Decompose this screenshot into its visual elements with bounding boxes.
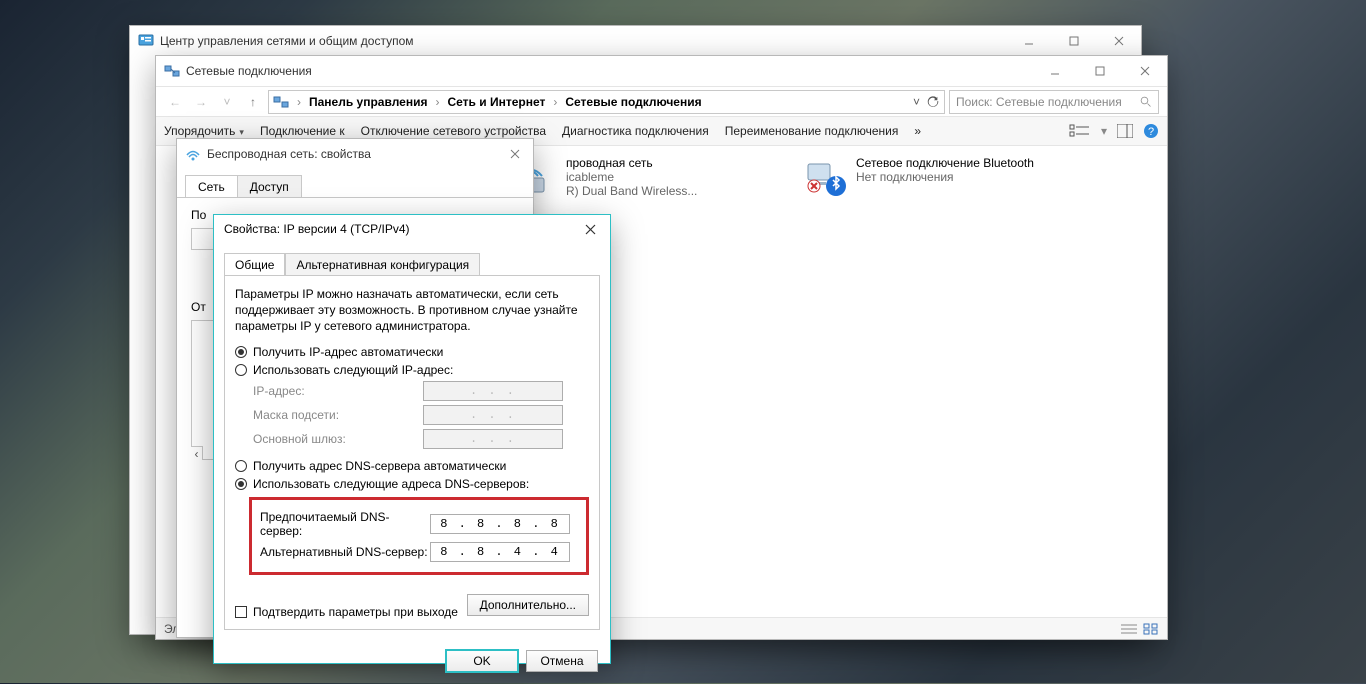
input-ip: . . . <box>423 381 563 401</box>
radio-ip-auto[interactable]: Получить IP-адрес автоматически <box>235 345 589 359</box>
radio-icon <box>235 364 247 376</box>
breadcrumb-1[interactable]: Сеть и Интернет <box>447 95 545 109</box>
breadcrumb-0[interactable]: Панель управления <box>309 95 427 109</box>
minimize-button[interactable] <box>1032 56 1077 86</box>
minimize-button[interactable] <box>1006 26 1051 56</box>
radio-dns-manual[interactable]: Использовать следующие адреса DNS-сервер… <box>235 477 589 491</box>
nav-up-icon[interactable]: ↑ <box>242 91 264 113</box>
wireless-icon <box>185 146 201 162</box>
toolbar-connect[interactable]: Подключение к <box>260 124 345 138</box>
maximize-button[interactable] <box>1051 26 1096 56</box>
connection-item-bluetooth[interactable]: Сетевое подключение Bluetooth Нет подклю… <box>806 156 1066 198</box>
label-mask: Маска подсети: <box>253 408 423 422</box>
input-mask: . . . <box>423 405 563 425</box>
view-large-icon[interactable] <box>1143 623 1159 635</box>
checkbox-validate-on-exit[interactable]: Подтвердить параметры при выходе <box>235 605 458 619</box>
input-dns-pref[interactable]: 8 . 8 . 8 . 8 <box>430 514 570 534</box>
advanced-button[interactable]: Дополнительно... <box>467 594 589 616</box>
bgwin-title: Центр управления сетями и общим доступом <box>160 34 414 48</box>
refresh-icon[interactable] <box>926 95 940 109</box>
search-input[interactable]: Поиск: Сетевые подключения <box>949 90 1159 114</box>
connection-line2: Нет подключения <box>856 170 1034 184</box>
search-icon <box>1140 96 1152 108</box>
close-button[interactable] <box>570 215 610 243</box>
search-placeholder: Поиск: Сетевые подключения <box>956 95 1140 109</box>
network-connections-icon <box>164 63 180 79</box>
preview-pane-icon[interactable] <box>1117 124 1133 138</box>
toolbar-disable[interactable]: Отключение сетевого устройства <box>361 124 546 138</box>
input-gateway: . . . <box>423 429 563 449</box>
radio-icon <box>235 478 247 490</box>
ok-button[interactable]: OK <box>446 650 518 672</box>
dns-highlight-frame: Предпочитаемый DNS-сервер:8 . 8 . 8 . 8 … <box>249 497 589 575</box>
cancel-button[interactable]: Отмена <box>526 650 598 672</box>
label-dns-pref: Предпочитаемый DNS-сервер: <box>260 510 430 538</box>
toolbar-more[interactable]: » <box>914 124 921 138</box>
nav-forward-icon[interactable]: → <box>190 91 212 113</box>
bluetooth-adapter-icon <box>806 156 848 198</box>
network-connections-icon <box>273 94 289 110</box>
view-options-icon[interactable] <box>1069 124 1091 138</box>
checkbox-icon <box>235 606 247 618</box>
radio-dns-auto[interactable]: Получить адрес DNS-сервера автоматически <box>235 459 589 473</box>
nav-recent-icon[interactable]: ˅ <box>216 91 238 113</box>
toolbar-diagnose[interactable]: Диагностика подключения <box>562 124 709 138</box>
address-bar[interactable]: › Панель управления › Сеть и Интернет › … <box>268 90 945 114</box>
wireless-props-title: Беспроводная сеть: свойства <box>207 147 371 161</box>
label-dns-alt: Альтернативный DNS-сервер: <box>260 545 430 559</box>
label-ip: IP-адрес: <box>253 384 423 398</box>
nav-back-icon[interactable]: ← <box>164 91 186 113</box>
input-dns-alt[interactable]: 8 . 8 . 4 . 4 <box>430 542 570 562</box>
tab-alt-config[interactable]: Альтернативная конфигурация <box>285 253 480 276</box>
toolbar-organize[interactable]: Упорядочить <box>164 124 244 138</box>
radio-ip-manual[interactable]: Использовать следующий IP-адрес: <box>235 363 589 377</box>
view-details-icon[interactable] <box>1121 623 1137 635</box>
tab-access[interactable]: Доступ <box>237 175 302 197</box>
radio-icon <box>235 460 247 472</box>
breadcrumb-2[interactable]: Сетевые подключения <box>565 95 701 109</box>
close-button[interactable] <box>1096 26 1141 56</box>
tab-general[interactable]: Общие <box>224 253 285 275</box>
connection-line2: icableme <box>566 170 697 184</box>
tab-network[interactable]: Сеть <box>185 175 238 197</box>
close-button[interactable] <box>497 139 533 169</box>
connection-name: Сетевое подключение Bluetooth <box>856 156 1034 170</box>
connection-item-wireless[interactable]: проводная сеть icableme R) Dual Band Wir… <box>516 156 776 198</box>
help-icon[interactable]: ? <box>1143 123 1159 139</box>
control-panel-icon <box>138 33 154 49</box>
ipv4-intro-text: Параметры IP можно назначать автоматичес… <box>235 286 589 335</box>
connection-line3: R) Dual Band Wireless... <box>566 184 697 198</box>
maximize-button[interactable] <box>1077 56 1122 86</box>
connection-name: проводная сеть <box>566 156 697 170</box>
radio-icon <box>235 346 247 358</box>
ipv4-title: Свойства: IP версии 4 (TCP/IPv4) <box>214 216 570 242</box>
label-gateway: Основной шлюз: <box>253 432 423 446</box>
close-button[interactable] <box>1122 56 1167 86</box>
toolbar-rename[interactable]: Переименование подключения <box>725 124 899 138</box>
svg-text:?: ? <box>1148 126 1154 138</box>
breadcrumb-dropdown-icon[interactable]: ˅ <box>913 95 920 109</box>
explorer-title: Сетевые подключения <box>186 64 312 78</box>
